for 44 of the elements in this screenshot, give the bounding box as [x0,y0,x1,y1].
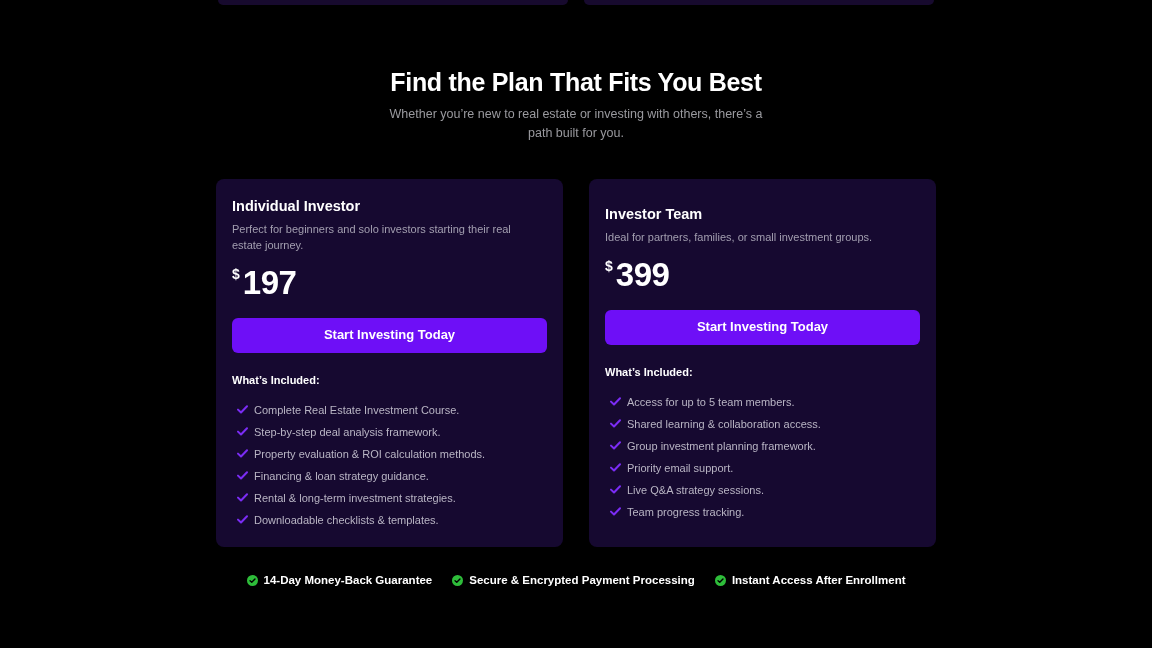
check-circle-icon [714,574,726,586]
check-icon [610,397,621,406]
feature-text: Financing & loan strategy guidance. [254,468,429,483]
included-heading: What’s Included: [605,364,694,379]
check-icon [237,471,248,480]
feature-text: Team progress tracking. [627,504,745,519]
feature-text: Step-by-step deal analysis framework. [254,424,441,439]
start-investing-button[interactable]: Start Investing Today [232,317,547,353]
price: 197 [242,262,297,303]
check-icon [610,507,621,516]
check-icon [237,427,248,436]
check-icon [610,419,621,428]
currency-symbol: $ [232,266,240,281]
feature-text: Live Q&A strategy sessions. [627,482,764,497]
plan-name: Investor Team [605,204,704,224]
check-circle-icon [452,574,464,586]
check-icon [237,493,248,502]
feature-text: Shared learning & collaboration access. [627,416,821,431]
check-icon [237,405,248,414]
section-subtitle: Whether you’re new to real estate or investing with others, there’s a path built for you. [388,106,764,142]
check-icon [610,441,621,450]
check-icon [237,515,248,524]
plan-name: Individual Investor [232,196,362,216]
guarantee-text: 14-Day Money-Back Guarantee [263,573,433,587]
check-icon [237,449,248,458]
section-title: Find the Plan That Fits You Best [389,67,763,98]
price: 399 [615,254,670,295]
check-icon [610,463,621,472]
plan-description: Ideal for partners, families, or small investment groups. [605,229,874,245]
feature-text: Downloadable checklists & templates. [254,512,439,527]
feature-text: Complete Real Estate Investment Course. [254,402,460,417]
feature-text: Rental & long-term investment strategies. [254,490,456,505]
guarantee-text: Instant Access After Enrollment [731,573,906,587]
feature-text: Access for up to 5 team members. [627,394,795,409]
start-investing-button[interactable]: Start Investing Today [605,309,920,345]
plan-description: Perfect for beginners and solo investors starting their real estate journey. [232,221,512,253]
included-heading: What’s Included: [232,372,321,387]
feature-text: Property evaluation & ROI calculation methods. [254,446,486,461]
feature-text: Priority email support. [627,460,734,475]
check-icon [610,485,621,494]
check-circle-icon [246,574,258,586]
currency-symbol: $ [605,258,613,273]
guarantee-text: Secure & Encrypted Payment Processing [469,573,695,587]
feature-text: Group investment planning framework. [627,438,816,453]
